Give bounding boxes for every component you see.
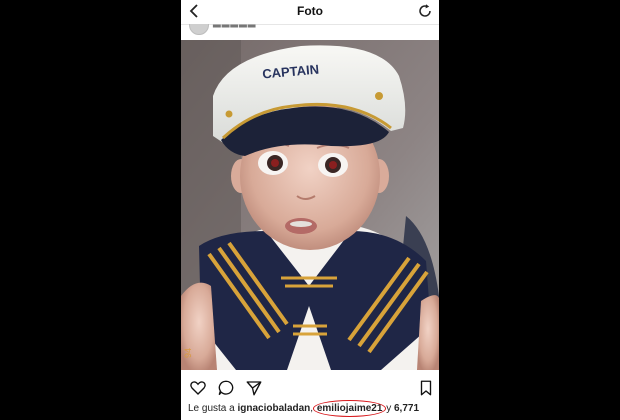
post-photo[interactable]: CAPTAIN 94 — [181, 36, 439, 370]
send-icon[interactable] — [245, 379, 263, 397]
instagram-phone-screen: Foto ▂▂▂▂▂ — [181, 0, 439, 420]
likes-prefix: Le gusta a — [188, 403, 238, 414]
post-actions-bar — [181, 376, 439, 398]
comment-icon[interactable] — [217, 379, 235, 397]
username-cut-off[interactable]: ▂▂▂▂▂ — [213, 24, 256, 28]
avatar[interactable] — [189, 24, 209, 35]
heart-icon[interactable] — [189, 379, 207, 397]
bookmark-icon[interactable] — [417, 379, 435, 397]
refresh-icon[interactable] — [417, 3, 433, 19]
likes-count[interactable]: 6,771 — [394, 403, 419, 414]
photo-corner-mark: 94 — [183, 348, 193, 358]
top-nav-bar: Foto — [181, 0, 439, 25]
page-title: Foto — [297, 4, 323, 18]
likes-summary: Le gusta a ignaciobaladan, emiliojaime21… — [188, 400, 438, 417]
baby-sailor-photo: CAPTAIN 94 — [181, 40, 439, 370]
post-header: ▂▂▂▂▂ — [181, 24, 439, 36]
highlighted-liker-username[interactable]: emiliojaime21 — [312, 400, 387, 417]
liker-username[interactable]: ignaciobaladan — [237, 403, 310, 414]
